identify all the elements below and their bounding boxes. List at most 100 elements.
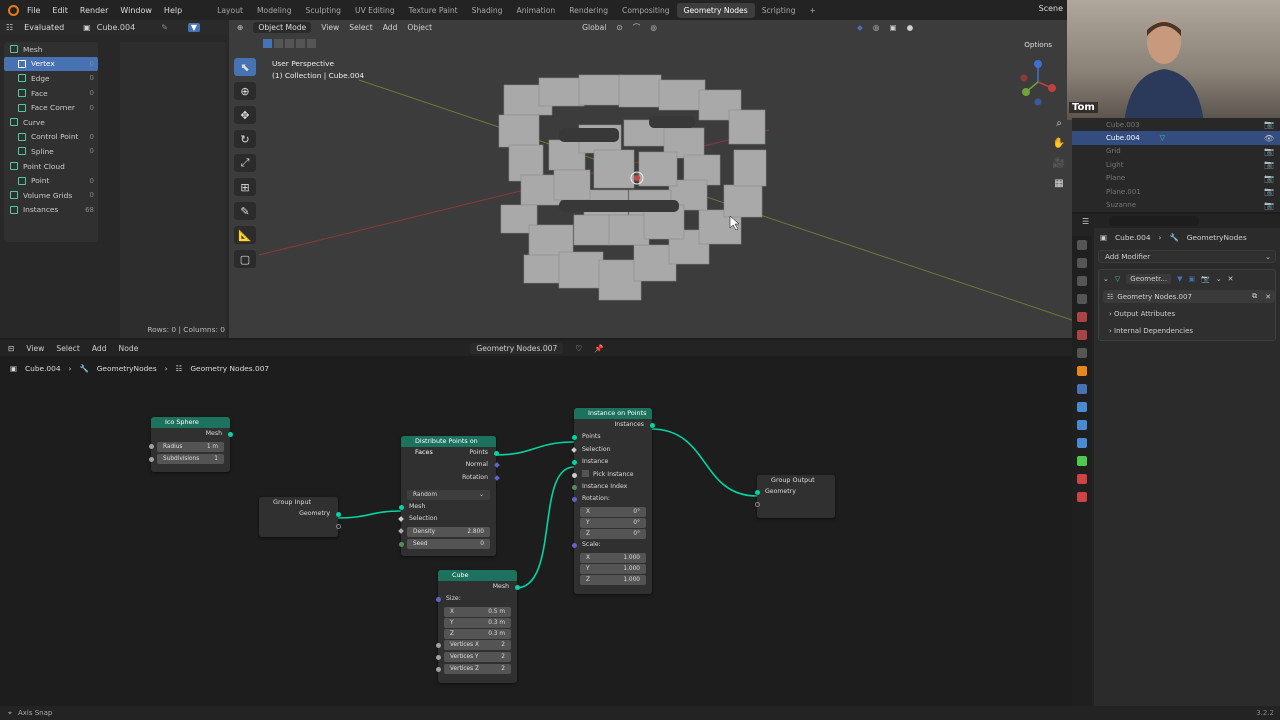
- subdivisions-field[interactable]: Subdivisions 1: [148, 453, 230, 465]
- outliner-row[interactable]: Cube.003 📷: [1072, 118, 1280, 131]
- camera-icon[interactable]: 🎥: [1052, 156, 1066, 170]
- world-tab-icon[interactable]: [1077, 330, 1087, 340]
- tab-layout[interactable]: Layout: [210, 3, 250, 18]
- geometry-socket[interactable]: [335, 512, 341, 517]
- outliner-row[interactable]: Suzanne 📷: [1072, 198, 1280, 211]
- transform-orientation-dropdown[interactable]: Global: [582, 23, 606, 32]
- data-tab-icon[interactable]: [1077, 456, 1087, 466]
- tab-modeling[interactable]: Modeling: [250, 3, 299, 18]
- outliner-row-selected[interactable]: Cube.004 ▽ 👁: [1072, 131, 1280, 145]
- tool-tab-icon[interactable]: [1077, 240, 1087, 250]
- empty-socket[interactable]: [754, 502, 760, 508]
- pick-instance-checkbox[interactable]: Pick Instance: [571, 469, 652, 481]
- collapse-icon[interactable]: ⌄: [1103, 275, 1109, 283]
- list-item-face[interactable]: Face 0: [4, 86, 98, 101]
- material-tab-icon[interactable]: [1077, 474, 1087, 484]
- tab-uv-editing[interactable]: UV Editing: [348, 3, 402, 18]
- mesh-socket[interactable]: [227, 432, 233, 437]
- vertices-z-socket[interactable]: [435, 666, 441, 672]
- transform-tool-icon[interactable]: ⊞: [234, 178, 256, 196]
- gizmo-toggle-icon[interactable]: ◆: [857, 23, 863, 32]
- node-instance-on-points[interactable]: Instance on Points Instances Points Sele…: [570, 408, 655, 594]
- node-editor[interactable]: ⊟ View Select Add Node Geometry Nodes.00…: [0, 340, 1072, 720]
- add-modifier-button[interactable]: Add Modifier ⌄: [1098, 250, 1276, 263]
- output-tab-icon[interactable]: [1077, 276, 1087, 286]
- scale-z-field[interactable]: Z 1.000: [574, 573, 652, 585]
- 3d-viewport[interactable]: ⊕ Object Mode View Select Add Object Glo…: [229, 20, 1072, 338]
- evaluation-mode-dropdown[interactable]: Evaluated: [19, 21, 78, 33]
- pin-icon[interactable]: ✎: [161, 23, 168, 32]
- collection-tab-icon[interactable]: [1077, 348, 1087, 358]
- menu-select[interactable]: Select: [349, 23, 372, 32]
- editor-type-icon[interactable]: ☷: [6, 23, 13, 32]
- tab-sculpting[interactable]: Sculpting: [299, 3, 348, 18]
- select-new-icon[interactable]: [263, 39, 272, 48]
- options-dropdown[interactable]: Options: [1024, 40, 1052, 49]
- vertices-x-field[interactable]: Vertices X2: [435, 639, 517, 651]
- checkbox-icon[interactable]: [582, 470, 589, 478]
- node-cube[interactable]: Cube Mesh Size: X 0.5 m Y 0.3 m Z 0.3 m Ver…: [435, 570, 520, 683]
- geometry-socket[interactable]: [754, 490, 760, 495]
- scale-x-field[interactable]: X 1.000: [574, 551, 652, 563]
- seed-field[interactable]: Seed 0: [398, 538, 496, 550]
- add-cube-tool-icon[interactable]: ▢: [234, 250, 256, 268]
- node-group-input[interactable]: Group Input Geometry: [259, 497, 341, 537]
- size-y-field[interactable]: Y 0.3 m: [438, 617, 517, 629]
- snap-icon[interactable]: ⌒: [633, 22, 641, 33]
- tab-texture-paint[interactable]: Texture Paint: [402, 3, 465, 18]
- menu-view[interactable]: View: [321, 23, 339, 32]
- menu-help[interactable]: Help: [158, 6, 188, 15]
- instance-index-socket[interactable]: [571, 484, 577, 490]
- vertices-x-socket[interactable]: [435, 642, 441, 648]
- node-distribute-points[interactable]: Distribute Points on Faces Points Normal…: [397, 436, 500, 556]
- texture-tab-icon[interactable]: [1077, 492, 1087, 502]
- node-group-output[interactable]: Group Output Geometry: [754, 475, 835, 518]
- render-toggle-icon[interactable]: 📷: [1201, 275, 1210, 283]
- viewport-toggle-icon[interactable]: ▣: [1188, 275, 1195, 283]
- rotation-z-field[interactable]: Z 0°: [574, 528, 652, 540]
- tab-shading[interactable]: Shading: [465, 3, 510, 18]
- move-tool-icon[interactable]: ✥: [234, 106, 256, 124]
- rotation-y-field[interactable]: Y 0°: [574, 517, 652, 529]
- list-item-spline[interactable]: Spline 0: [4, 144, 98, 159]
- pan-hand-icon[interactable]: ✋: [1052, 136, 1066, 150]
- list-item-edge[interactable]: Edge 0: [4, 71, 98, 86]
- modifier-name-field[interactable]: Geometr...: [1126, 274, 1172, 284]
- filter-icon[interactable]: ▼: [187, 22, 201, 32]
- remove-modifier-icon[interactable]: ✕: [1228, 275, 1234, 283]
- list-item-point-cloud[interactable]: Point Cloud: [4, 159, 98, 174]
- size-x-field[interactable]: X 0.5 m: [438, 606, 517, 618]
- list-item-volume-grids[interactable]: Volume Grids 0: [4, 188, 98, 203]
- list-item-mesh[interactable]: Mesh: [4, 42, 98, 57]
- cursor-tool-icon[interactable]: ⊕: [234, 82, 256, 100]
- edit-mode-toggle-icon[interactable]: ▼: [1177, 275, 1182, 283]
- modifier-tab-icon[interactable]: [1077, 384, 1087, 394]
- select-subtract-icon[interactable]: [285, 39, 294, 48]
- menu-edit[interactable]: Edit: [46, 6, 74, 15]
- vertices-y-socket[interactable]: [435, 654, 441, 660]
- size-z-field[interactable]: Z 0.3 m: [438, 628, 517, 640]
- zoom-icon[interactable]: ⌕: [1052, 116, 1066, 130]
- tab-animation[interactable]: Animation: [510, 3, 563, 18]
- scale-socket[interactable]: [571, 542, 577, 548]
- outliner-row[interactable]: Light 📷: [1072, 158, 1280, 171]
- editor-type-icon[interactable]: ☰: [1082, 217, 1089, 226]
- annotate-tool-icon[interactable]: ✎: [234, 202, 256, 220]
- list-item-instances[interactable]: Instances 68: [4, 203, 98, 218]
- render-tab-icon[interactable]: [1077, 258, 1087, 268]
- vertices-y-field[interactable]: Vertices Y2: [435, 651, 517, 663]
- camera-visibility-icon[interactable]: 📷: [1264, 201, 1274, 210]
- editor-type-icon[interactable]: ⊕: [237, 23, 243, 32]
- list-item-vertex[interactable]: Vertex 0: [4, 56, 98, 72]
- add-workspace-icon[interactable]: +: [802, 3, 822, 18]
- select-extend-icon[interactable]: [274, 39, 283, 48]
- modifier-menu-icon[interactable]: ⌄: [1216, 275, 1222, 283]
- instances-socket[interactable]: [649, 423, 655, 428]
- camera-visibility-icon[interactable]: 📷: [1264, 120, 1274, 129]
- blender-logo-icon[interactable]: [8, 4, 19, 16]
- select-intersect-icon[interactable]: [307, 39, 316, 48]
- shading-solid-icon[interactable]: ●: [907, 23, 914, 32]
- tab-compositing[interactable]: Compositing: [615, 3, 677, 18]
- pick-instance-socket[interactable]: [571, 472, 577, 478]
- eye-icon[interactable]: 👁: [1264, 134, 1274, 143]
